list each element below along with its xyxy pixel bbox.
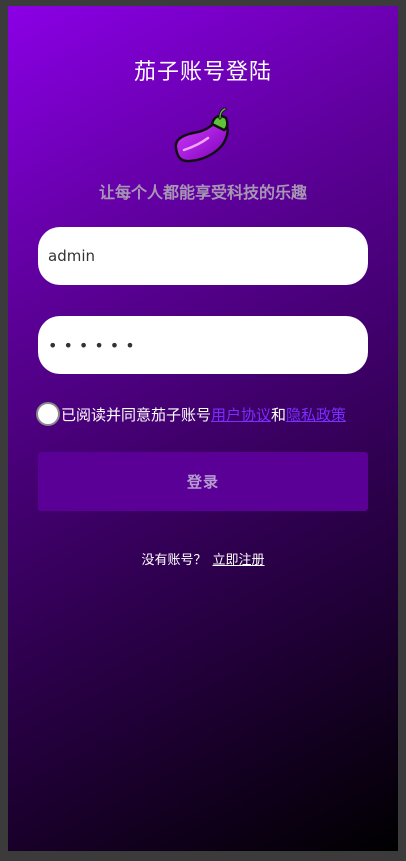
password-input[interactable] xyxy=(38,316,368,374)
agreement-row: 已阅读并同意茄子账号 用户协议 和 隐私政策 xyxy=(36,400,346,428)
agreement-text: 已阅读并同意茄子账号 xyxy=(61,405,212,424)
page-title: 茄子账号登陆 xyxy=(133,60,272,85)
user-agreement-link[interactable]: 用户协议 xyxy=(211,404,271,425)
register-link[interactable]: 立即注册 xyxy=(213,553,265,568)
username-input[interactable] xyxy=(38,227,368,285)
login-screen: 茄子账号登陆 让每个人都能享受科技的乐趣 已阅读并同意茄子账号 用户协议 和 隐… xyxy=(8,6,398,851)
eggplant-icon xyxy=(174,107,229,163)
login-button[interactable]: 登录 xyxy=(38,452,368,511)
register-row: 没有账号？ 立即注册 xyxy=(8,549,398,568)
privacy-policy-link[interactable]: 隐私政策 xyxy=(286,404,346,425)
register-prompt: 没有账号？ xyxy=(141,553,207,568)
slogan-text: 让每个人都能享受科技的乐趣 xyxy=(98,183,307,202)
agree-radio[interactable] xyxy=(36,402,60,426)
agreement-and-text: 和 xyxy=(271,405,287,424)
device-frame: 茄子账号登陆 让每个人都能享受科技的乐趣 已阅读并同意茄子账号 用户协议 和 隐… xyxy=(0,0,406,861)
